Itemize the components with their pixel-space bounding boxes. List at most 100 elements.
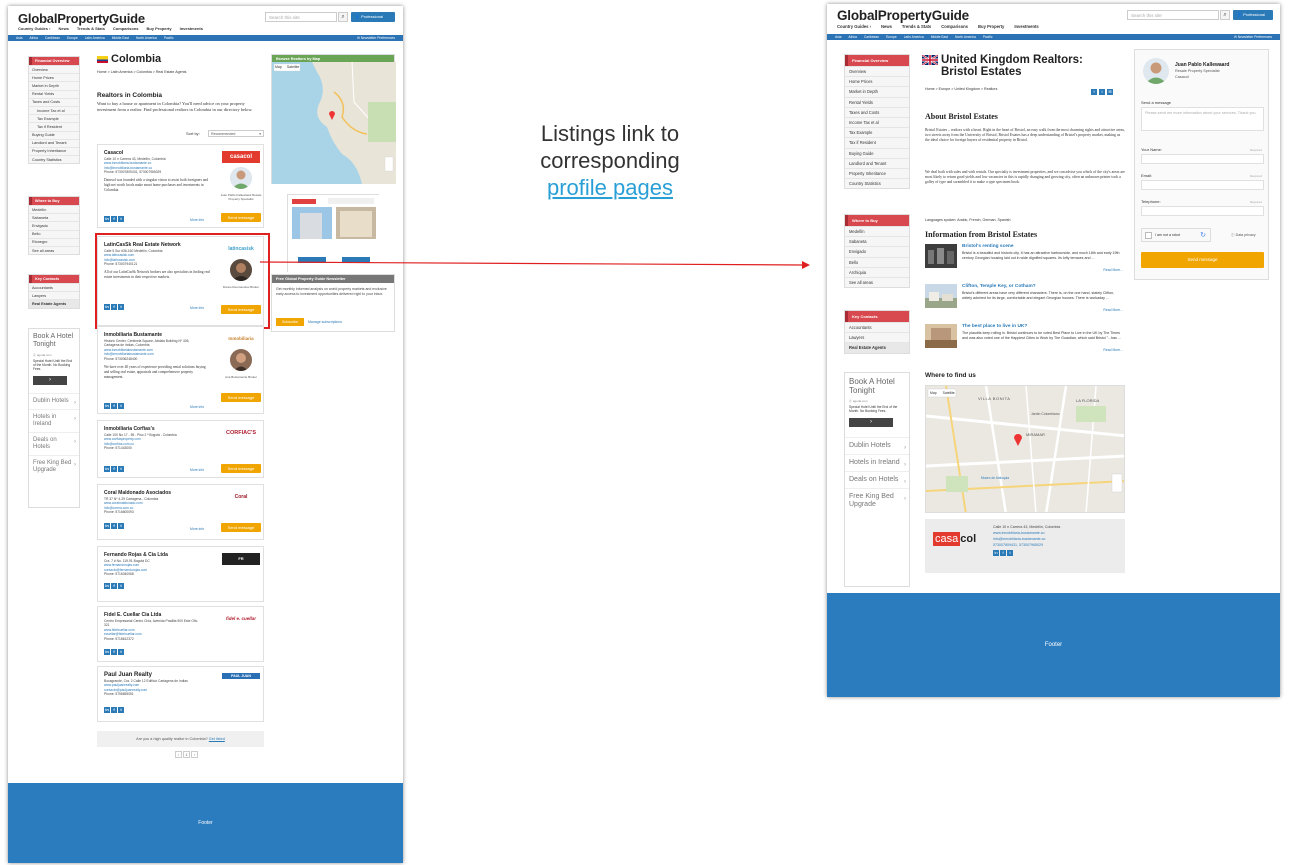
breadcrumb[interactable]: Home > Latin America > Colombia > Real E… bbox=[97, 70, 186, 74]
breadcrumb[interactable]: Home > Europe > United Kingdom > Realtor… bbox=[925, 87, 997, 91]
professional-button[interactable]: 👤 Professional bbox=[351, 12, 395, 22]
twitter-icon[interactable]: t bbox=[118, 216, 124, 222]
more-info-link[interactable]: More info bbox=[190, 468, 204, 472]
article-thumbnail[interactable] bbox=[925, 284, 957, 308]
twitter-icon[interactable]: t bbox=[118, 466, 124, 472]
menu-tax-example[interactable]: Tax Example bbox=[29, 114, 79, 122]
twitter-icon[interactable]: t bbox=[1099, 89, 1105, 95]
sort-select[interactable]: Recommended ▾ bbox=[208, 130, 264, 137]
article-item[interactable]: The best place to live in UK? The plaudi… bbox=[925, 324, 1125, 360]
article-thumbnail[interactable] bbox=[925, 324, 957, 348]
facebook-icon[interactable]: f bbox=[1091, 89, 1097, 95]
satellite-tab[interactable]: Satellite bbox=[287, 65, 299, 69]
data-privacy-link[interactable]: ⓘ Data privacy bbox=[1231, 233, 1256, 238]
facebook-icon[interactable]: f bbox=[111, 403, 117, 409]
linkedin-icon[interactable]: in bbox=[104, 583, 110, 589]
manage-subscriptions-link[interactable]: Manage subscriptions bbox=[308, 320, 342, 324]
menu-taxes-costs[interactable]: Taxes and Costs bbox=[845, 106, 909, 117]
see-all-areas-link[interactable]: See all areas bbox=[29, 245, 79, 254]
menu-rental-yields[interactable]: Rental Yields bbox=[845, 96, 909, 107]
ad-go-button[interactable]: › bbox=[33, 376, 67, 385]
region-africa[interactable]: Africa bbox=[29, 36, 37, 40]
newsletter-preferences-link[interactable]: ✉ Newsletter Preferences bbox=[1234, 35, 1272, 39]
article-item[interactable]: Bristol's renting scene Bristol is a bea… bbox=[925, 244, 1125, 280]
twitter-icon[interactable]: t bbox=[118, 649, 124, 655]
nav-news[interactable]: News bbox=[58, 26, 68, 31]
nav-trends[interactable]: Trends & Stats bbox=[77, 26, 105, 31]
ad-link[interactable]: Hotels in Ireland bbox=[845, 454, 909, 471]
twitter-icon[interactable]: t bbox=[118, 583, 124, 589]
read-more-link[interactable]: Read More... bbox=[1103, 308, 1123, 312]
area-item[interactable]: Envigado bbox=[845, 246, 909, 256]
region-asia[interactable]: Asia bbox=[16, 36, 22, 40]
twitter-icon[interactable]: t bbox=[118, 523, 124, 529]
linkedin-icon[interactable]: in bbox=[104, 216, 110, 222]
prev-page-button[interactable]: ‹ bbox=[175, 751, 182, 758]
page-1-button[interactable]: 1 bbox=[183, 751, 190, 758]
ad-link[interactable]: Deals on Hotels bbox=[845, 471, 909, 488]
facebook-icon[interactable]: f bbox=[111, 216, 117, 222]
nav-country-guides[interactable]: Country Guides › bbox=[837, 24, 871, 29]
site-logo[interactable]: GlobalPropertyGuide bbox=[18, 11, 145, 26]
realtor-map[interactable] bbox=[272, 62, 396, 184]
more-info-link[interactable]: More info bbox=[190, 527, 204, 531]
menu-tax-example[interactable]: Tax Example bbox=[845, 127, 909, 137]
twitter-icon[interactable]: t bbox=[118, 707, 124, 713]
menu-home-prices[interactable]: Home Prices bbox=[845, 76, 909, 86]
ad-link[interactable]: Dublin Hotels bbox=[845, 437, 909, 454]
listing-card[interactable]: Fernando Rojas & Cia Ltda Cra. 7 # No. 1… bbox=[97, 546, 264, 602]
area-item[interactable]: Sabaneta bbox=[845, 236, 909, 246]
menu-tax-resident[interactable]: Tax if Resident bbox=[845, 137, 909, 147]
ad-link[interactable]: Dublin Hotels bbox=[29, 393, 79, 409]
area-item[interactable]: Bello bbox=[29, 229, 79, 238]
listing-card[interactable]: Paul Juan Realty Bocagrande, Cra. 2 Call… bbox=[97, 666, 264, 722]
send-message-button[interactable]: Send message bbox=[221, 393, 261, 402]
ad-link[interactable]: Free King Bed Upgrade bbox=[845, 488, 909, 513]
region-latin-america[interactable]: Latin America bbox=[904, 35, 924, 39]
linkedin-icon[interactable]: in bbox=[104, 649, 110, 655]
search-input[interactable]: Search this site bbox=[1127, 10, 1219, 20]
nav-investments[interactable]: Investments bbox=[1014, 24, 1038, 29]
menu-real-estate-agents[interactable]: Real Estate Agents bbox=[29, 299, 79, 308]
send-message-button[interactable]: Send message bbox=[221, 464, 261, 473]
listing-name[interactable]: Inmobiliaria Bustamante bbox=[104, 332, 162, 338]
listing-name[interactable]: Fernando Rojas & Cia Ltda bbox=[104, 552, 168, 558]
article-title[interactable]: Bristol's renting scene bbox=[962, 244, 1014, 249]
professional-button[interactable]: 👤 Professional bbox=[1233, 10, 1273, 20]
area-item[interactable]: Bello bbox=[845, 256, 909, 267]
twitter-icon[interactable]: t bbox=[1007, 550, 1013, 556]
ad-title[interactable]: Book A Hotel Tonight bbox=[29, 329, 79, 353]
listing-name[interactable]: Paul Juan Realty bbox=[104, 672, 152, 678]
read-more-link[interactable]: Read More... bbox=[1103, 268, 1123, 272]
menu-income-tax[interactable]: Income Tax et al bbox=[29, 105, 79, 114]
listing-name[interactable]: Casacol bbox=[104, 150, 123, 156]
more-info-link[interactable]: More info bbox=[190, 405, 204, 409]
ad-go-button[interactable]: › bbox=[849, 418, 893, 427]
get-listed-link[interactable]: Get listed bbox=[209, 737, 225, 741]
region-pacific[interactable]: Pacific bbox=[164, 36, 174, 40]
listing-name[interactable]: Coral Maldonado Asociados bbox=[104, 490, 171, 496]
telephone-field[interactable] bbox=[1141, 206, 1264, 216]
menu-landlord-tenant[interactable]: Landlord and Tenant bbox=[845, 157, 909, 168]
listing-name[interactable]: Fidel E. Cuellar Cia Ltda bbox=[104, 612, 161, 618]
menu-buying-guide[interactable]: Buying Guide bbox=[29, 130, 79, 139]
newsletter-preferences-link[interactable]: ✉ Newsletter Preferences bbox=[357, 36, 395, 40]
site-logo[interactable]: GlobalPropertyGuide bbox=[837, 8, 969, 23]
nav-trends[interactable]: Trends & Stats bbox=[902, 24, 931, 29]
map-tab[interactable]: Map bbox=[930, 391, 937, 395]
twitter-icon[interactable]: t bbox=[118, 403, 124, 409]
linkedin-icon[interactable]: in bbox=[104, 523, 110, 529]
next-page-button[interactable]: › bbox=[191, 751, 198, 758]
listing-card[interactable]: Fidel E. Cuellar Cia Ltda Centro Empresa… bbox=[97, 606, 264, 662]
nav-buy-property[interactable]: Buy Property bbox=[146, 26, 171, 31]
article-title[interactable]: The best place to live in UK? bbox=[962, 324, 1027, 329]
region-north-america[interactable]: North America bbox=[955, 35, 976, 39]
facebook-icon[interactable]: f bbox=[111, 583, 117, 589]
send-message-button[interactable]: Send message bbox=[221, 523, 261, 532]
article-item[interactable]: Clifton, Temple Key, or Cotham? Bristol'… bbox=[925, 284, 1125, 320]
linkedin-icon[interactable]: in bbox=[104, 707, 110, 713]
send-message-button[interactable]: Send message bbox=[221, 213, 261, 222]
facebook-icon[interactable]: f bbox=[111, 523, 117, 529]
ad-link[interactable]: Deals on Hotels bbox=[29, 432, 79, 455]
facebook-icon[interactable]: f bbox=[111, 649, 117, 655]
